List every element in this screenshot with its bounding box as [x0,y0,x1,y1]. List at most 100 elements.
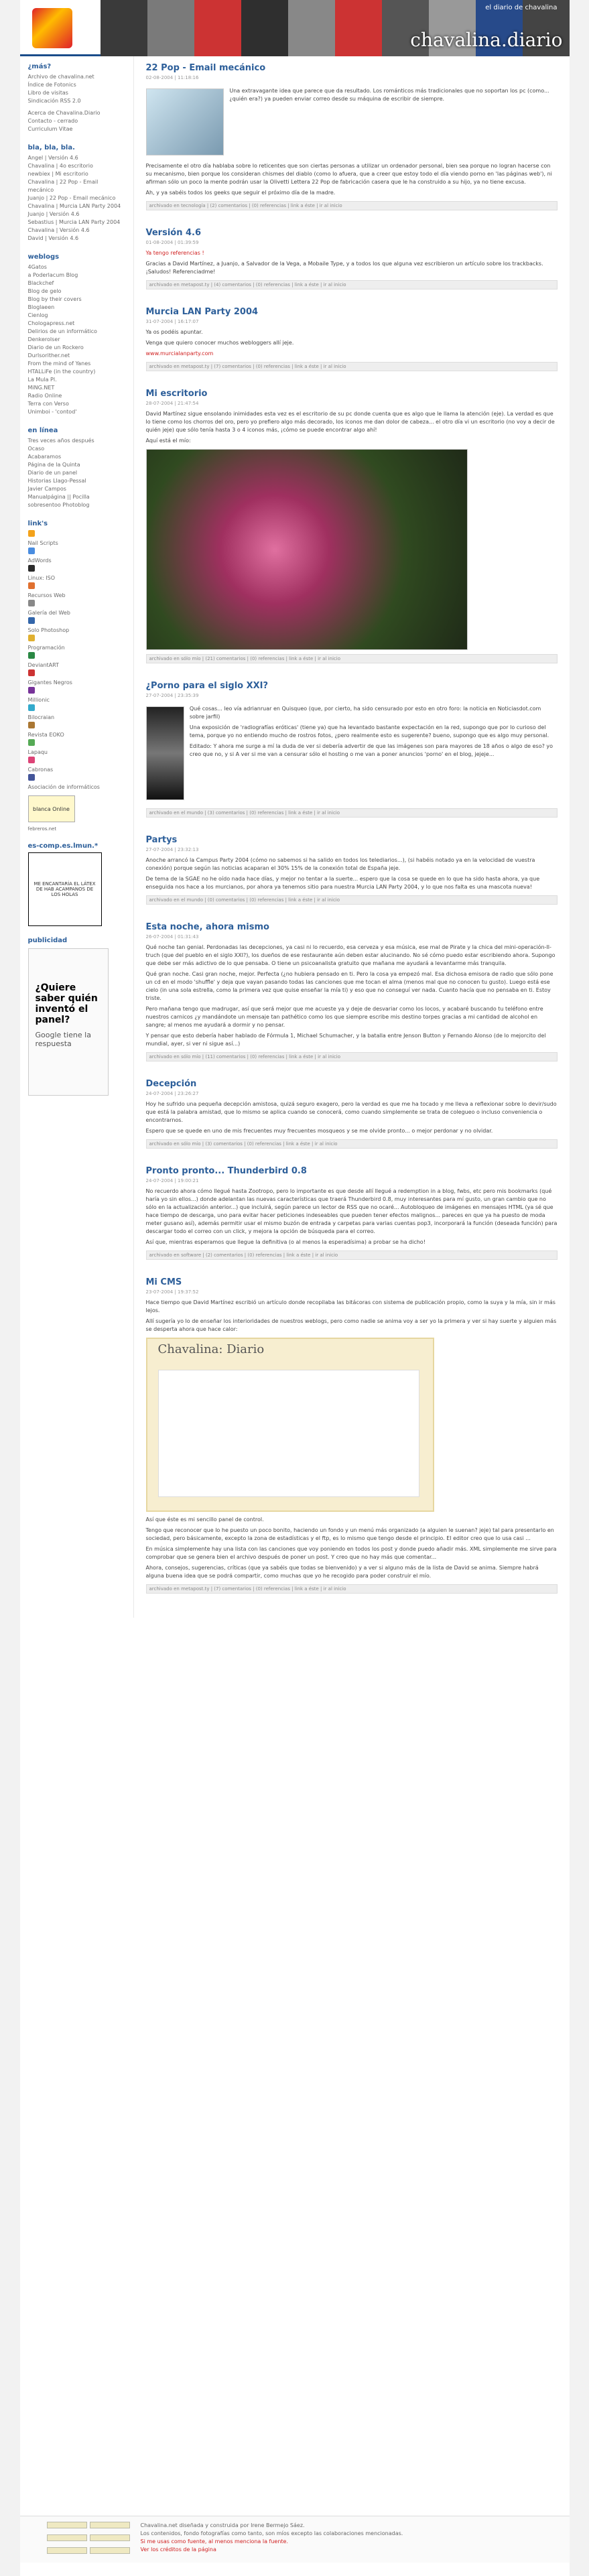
online-link[interactable]: Acabaramos [28,453,125,461]
site-title[interactable]: chavalina.diario [410,29,562,51]
external-link[interactable]: Cabronas [28,766,125,774]
comment-link[interactable]: Juanjo | 22 Pop - Email mecánico [28,194,125,202]
weblog-link[interactable]: Bloglaeen [28,304,125,312]
post-title[interactable]: Mi escritorio [146,389,558,399]
post-title[interactable]: Murcia LAN Party 2004 [146,307,558,317]
online-link[interactable]: Manualpágina || Pocilla [28,493,125,501]
comment-link[interactable]: Chavalina | Murcia LAN Party 2004 [28,202,125,210]
weblog-link[interactable]: Unimboi - 'contod' [28,408,125,416]
post-footer[interactable]: archivado en sólo mío | (21) comentarios… [145,654,558,663]
post-footer[interactable]: archivado en software | (2) comentarios … [145,1250,558,1260]
header-logo[interactable] [19,0,101,56]
external-link[interactable]: Linux: ISO [28,574,125,582]
weblog-link[interactable]: Diario de un Rockero [28,344,125,352]
external-link[interactable]: Galería del Web [28,609,125,617]
weblog-link[interactable]: Blog by their covers [28,296,125,304]
comment-link[interactable]: Juanjo | Versión 4.6 [28,210,125,218]
post-link[interactable]: www.murcialanparty.com [146,350,214,357]
cc-badge[interactable] [89,2522,130,2528]
post-title[interactable]: Partys [146,835,558,845]
weblog-link[interactable]: Chologapress.net [28,320,125,328]
external-link[interactable]: Revista EOKO [28,731,125,739]
external-link[interactable]: Recursos Web [28,592,125,600]
post-footer[interactable]: archivado en metapost.ty | (7) comentari… [145,362,558,371]
sidebar-link[interactable]: Índice de Fotonics [28,81,125,89]
post-footer[interactable]: archivado en el mundo | (0) comentarios … [145,895,558,905]
sidebar-link[interactable]: Curriculum Vitae [28,125,125,133]
online-link[interactable]: Tres veces años después [28,437,125,445]
external-link[interactable]: Lapaqu [28,749,125,757]
weblog-link[interactable]: 4Gatos [28,263,125,271]
post-title[interactable]: Decepción [146,1079,558,1089]
post-footer[interactable]: archivado en metapost.ty | (7) comentari… [145,1584,558,1594]
online-link[interactable]: Ocaso [28,445,125,453]
weblog-link[interactable]: Blackchef [28,279,125,287]
weblog-link[interactable]: MiNG.NET [28,384,125,392]
post-footer[interactable]: archivado en tecnología | (2) comentario… [145,201,558,210]
weblog-link[interactable]: Terra con Verso [28,400,125,408]
online-link[interactable]: Diario de un panel [28,469,125,477]
footer-credits-link[interactable]: Ver los créditos de la página [141,2546,403,2554]
external-link[interactable]: AdWords [28,557,125,565]
post-footer[interactable]: archivado en el mundo | (3) comentarios … [145,808,558,818]
weblog-link[interactable]: a Poderlacum Blog [28,271,125,279]
comment-link[interactable]: Sebastius | Murcia LAN Party 2004 [28,218,125,227]
weblog-link[interactable]: Cienlog [28,312,125,320]
link-icon [27,600,35,606]
comment-link[interactable]: Chavalina | Versión 4.6 [28,227,125,235]
post-title[interactable]: Pronto pronto... Thunderbird 0.8 [146,1166,558,1176]
footer-line[interactable]: Si me usas como fuente, al menos mencion… [141,2538,403,2546]
w3c-badge[interactable] [46,2522,87,2528]
sidebar-link[interactable]: Sindicación RSS 2.0 [28,97,125,105]
post-footer[interactable]: archivado en sólo mío | (3) comentarios … [145,1139,558,1149]
post-footer[interactable]: archivado en metapost.ty | (4) comentari… [145,280,558,289]
weblog-link[interactable]: Delirios de un informático [28,328,125,336]
weblog-link[interactable]: HTALLiFe (in the country) [28,368,125,376]
desktop-screenshot[interactable] [145,449,468,650]
comment-link[interactable]: Angel | Versión 4.6 [28,154,125,162]
css-badge[interactable] [89,2534,130,2541]
sidebar-link[interactable]: Libro de visitas [28,89,125,97]
post-paragraph: Ya os podéis apuntar. [145,329,203,335]
external-link[interactable]: Millionic [28,696,125,704]
blanca-online-badge[interactable]: blanca Online [27,795,75,822]
comment-link[interactable]: Chavalina | 4o escritorio [28,162,125,170]
comment-link[interactable]: Chavalina | 22 Pop - Email mecánico [28,178,125,194]
post-title[interactable]: Esta noche, ahora mismo [146,922,558,932]
post-title[interactable]: Mi CMS [146,1277,558,1287]
post-footer[interactable]: archivado en sólo mío | (11) comentarios… [145,1052,558,1061]
post-title[interactable]: 22 Pop - Email mecánico [146,63,558,73]
google-ad[interactable]: ¿Quiere saber quién inventó el panel? Go… [27,948,109,1096]
sidebar-link[interactable]: Archivo de chavalina.net [28,73,125,81]
post-title[interactable]: ¿Porno para el siglo XXI? [146,681,558,691]
comment-link[interactable]: newbiex | Mi escritorio [28,170,125,178]
external-link[interactable]: Gigantes Negros [28,679,125,687]
external-link[interactable]: DeviantART [28,661,125,669]
online-link[interactable]: Javier Campos [28,485,125,493]
rss-badge[interactable] [46,2534,87,2541]
external-link[interactable]: Bilocraian [28,714,125,722]
post-title[interactable]: Versión 4.6 [146,228,558,238]
online-link[interactable]: sobresentoo Photoblog [28,501,125,509]
weblog-link[interactable]: Radio Online [28,392,125,400]
firefox-badge[interactable] [89,2547,130,2554]
comment-link[interactable]: David | Versión 4.6 [28,235,125,243]
external-link[interactable]: Asociación de informáticos [28,783,125,791]
weblog-link[interactable]: Denkerolser [28,336,125,344]
cms-panel-title: Chavalina: Diario [157,1342,265,1356]
external-link[interactable]: Programación [28,644,125,652]
online-link[interactable]: Historias Llago-Pessal [28,477,125,485]
external-link[interactable]: Nail Scripts [28,539,125,548]
sidebar-link[interactable]: Contacto - cerrado [28,117,125,125]
weblog-link[interactable]: Durlsorither.net [28,352,125,360]
post-date: 27-07-2004 | 23:32:13 [145,847,199,852]
weblog-link[interactable]: La Mula Pl. [28,376,125,384]
cms-screenshot[interactable]: Chavalina: Diario [145,1338,434,1512]
xhtml-badge[interactable] [46,2547,87,2554]
weblog-link[interactable]: From the mind of Yanes [28,360,125,368]
weblog-link[interactable]: Blog de gelo [28,287,125,296]
comic-strip[interactable]: ME ENCANTARÍA EL LÁTEX DE HAB ACAMPANOS … [27,852,102,926]
external-link[interactable]: Solo Photoshop [28,627,125,635]
sidebar-link[interactable]: Acerca de Chavalina.Diario [28,109,125,117]
online-link[interactable]: Página de la Quinta [28,461,125,469]
